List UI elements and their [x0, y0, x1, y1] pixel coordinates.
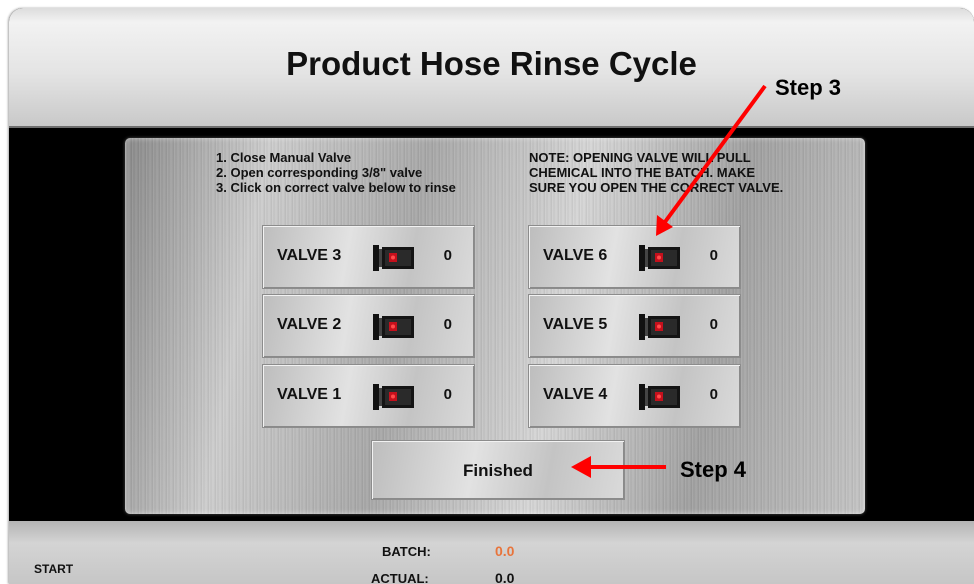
valve-label: VALVE 4 [543, 386, 608, 403]
note-line: NOTE: OPENING VALVE WILL PULL [529, 150, 751, 165]
start-label: START [34, 562, 74, 576]
valve-3-button[interactable]: VALVE 3 0 [262, 225, 475, 289]
valve-label: VALVE 6 [543, 247, 608, 264]
valve-count: 0 [709, 316, 718, 333]
instructions-block: 1. Close Manual Valve 2. Open correspond… [216, 150, 456, 195]
valve-label: VALVE 5 [543, 316, 608, 333]
valve-4-button[interactable]: VALVE 4 0 [528, 364, 741, 428]
actual-label: ACTUAL: [371, 571, 429, 584]
valve-icon [372, 312, 417, 342]
step-3-annotation: Step 3 [775, 75, 842, 100]
valve-count: 0 [709, 247, 718, 264]
instruction-line: 1. Close Manual Valve [216, 150, 352, 165]
valve-1-button[interactable]: VALVE 1 0 [262, 364, 475, 428]
valve-icon [638, 243, 683, 273]
valve-5-button[interactable]: VALVE 5 0 [528, 294, 741, 358]
title-bar: Product Hose Rinse Cycle [9, 8, 974, 128]
valve-count: 0 [443, 247, 452, 264]
valve-icon [638, 312, 683, 342]
valve-2-button[interactable]: VALVE 2 0 [262, 294, 475, 358]
valve-icon [372, 243, 417, 273]
valve-6-button[interactable]: VALVE 6 0 [528, 225, 741, 289]
step-4-annotation: Step 4 [680, 457, 747, 482]
valve-icon [372, 382, 417, 412]
note-line: SURE YOU OPEN THE CORRECT VALVE. [529, 180, 784, 195]
valve-label: VALVE 1 [277, 386, 342, 403]
valve-label: VALVE 3 [277, 247, 342, 264]
batch-label: BATCH: [382, 544, 431, 559]
rinse-panel: 1. Close Manual Valve 2. Open correspond… [125, 138, 865, 514]
valve-count: 0 [443, 386, 452, 403]
valve-count: 0 [709, 386, 718, 403]
finished-button[interactable]: Finished [371, 440, 625, 500]
actual-value: 0.0 [495, 570, 515, 584]
valve-label: VALVE 2 [277, 316, 342, 333]
warning-note: NOTE: OPENING VALVE WILL PULL CHEMICAL I… [529, 150, 783, 195]
instruction-line: 2. Open corresponding 3/8" valve [216, 165, 423, 180]
status-bar: START BATCH: 0.0 ACTUAL: 0.0 [9, 521, 974, 584]
valve-icon [638, 382, 683, 412]
valve-count: 0 [443, 316, 452, 333]
batch-value: 0.0 [495, 543, 515, 559]
instruction-line: 3. Click on correct valve below to rinse [216, 180, 456, 195]
finished-label: Finished [463, 461, 533, 480]
note-line: CHEMICAL INTO THE BATCH. MAKE [529, 165, 756, 180]
